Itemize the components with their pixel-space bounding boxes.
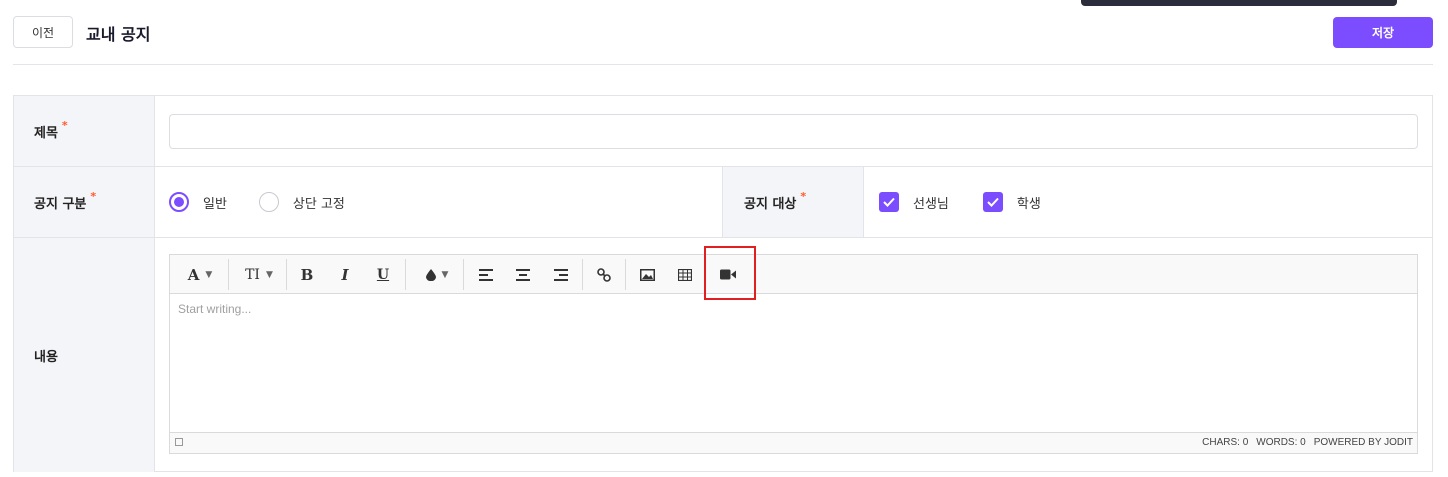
radio-general-label: 일반 — [203, 196, 227, 212]
toolbar-divider — [286, 259, 287, 290]
title-row: 제목 * — [14, 96, 1432, 167]
back-button[interactable]: 이전 — [13, 16, 73, 48]
title-input[interactable] — [169, 114, 1418, 149]
align-left-icon — [479, 268, 493, 281]
color-button[interactable]: ▼ — [415, 260, 459, 289]
align-right-button[interactable] — [548, 260, 574, 289]
video-icon — [720, 269, 736, 280]
editor-content-area[interactable]: Start writing... — [170, 294, 1417, 433]
align-center-icon — [516, 268, 530, 281]
font-size-button[interactable]: TI ▼ — [236, 260, 282, 289]
target-checkbox-group: 선생님 학생 — [879, 167, 1075, 237]
page-title: 교내 공지 — [86, 25, 151, 44]
type-label-cell: 공지 구분 * — [14, 167, 155, 237]
editor-placeholder: Start writing... — [178, 302, 252, 316]
title-label-cell: 제목 * — [14, 96, 155, 166]
table-button[interactable] — [672, 260, 698, 289]
char-count: CHARS: 0 — [1202, 437, 1249, 448]
italic-icon: I — [341, 265, 349, 284]
toolbar-divider — [405, 259, 406, 290]
image-button[interactable] — [634, 260, 660, 289]
required-mark: * — [800, 189, 807, 203]
resize-handle-icon[interactable] — [175, 438, 183, 446]
content-label: 내용 — [34, 349, 58, 365]
checkbox-teacher-label: 선생님 — [913, 196, 949, 212]
toolbar-divider — [582, 259, 583, 290]
type-row: 공지 구분 * 일반 상단 고정 공지 대상 * 선생님 학생 — [14, 167, 1432, 238]
radio-pinned[interactable]: 상단 고정 — [258, 192, 345, 212]
table-icon — [678, 268, 692, 281]
type-label: 공지 구분 — [34, 196, 87, 212]
top-dark-bar — [1081, 0, 1397, 6]
italic-button[interactable]: I — [332, 260, 358, 289]
bold-icon: B — [300, 265, 314, 284]
chevron-down-icon: ▼ — [205, 269, 213, 280]
powered-by-link[interactable]: POWERED BY JODIT — [1314, 437, 1413, 448]
link-icon — [597, 267, 611, 282]
font-button[interactable]: A ▼ — [178, 260, 222, 289]
content-row: 내용 A ▼ TI ▼ B I U ▼ Start writing... CHA… — [14, 238, 1432, 472]
toolbar-divider — [228, 259, 229, 290]
toolbar-divider — [705, 259, 706, 290]
checkbox-student[interactable]: 학생 — [982, 192, 1041, 212]
link-button[interactable] — [591, 260, 617, 289]
checkbox-checked-icon[interactable] — [879, 192, 899, 212]
page-header: 이전 교내 공지 저장 — [13, 15, 1433, 49]
toolbar-divider — [625, 259, 626, 290]
toolbar-divider — [463, 259, 464, 290]
align-right-icon — [554, 268, 568, 281]
notice-type-radio-group: 일반 상단 고정 — [169, 167, 377, 237]
checkbox-checked-icon[interactable] — [982, 192, 1003, 212]
word-count: WORDS: 0 — [1256, 437, 1306, 448]
underline-button[interactable]: U — [370, 260, 396, 289]
radio-unchecked-icon[interactable] — [258, 192, 279, 212]
content-label-cell: 내용 — [14, 238, 155, 472]
checkbox-teacher[interactable]: 선생님 — [879, 192, 949, 212]
notice-form: 제목 * 공지 구분 * 일반 상단 고정 공지 대상 * 선생님 학생 내용 … — [13, 95, 1433, 472]
font-icon: A — [187, 265, 200, 284]
image-icon — [639, 268, 655, 281]
title-label: 제목 — [34, 125, 58, 141]
bold-button[interactable]: B — [294, 260, 320, 289]
editor-statusbar: CHARS: 0 WORDS: 0 POWERED BY JODIT — [170, 432, 1417, 453]
align-center-button[interactable] — [510, 260, 536, 289]
chevron-down-icon: ▼ — [265, 269, 273, 280]
color-drop-icon — [425, 268, 436, 281]
target-label: 공지 대상 — [744, 196, 797, 212]
required-mark: * — [90, 189, 97, 203]
rich-text-editor: A ▼ TI ▼ B I U ▼ Start writing... CHARS:… — [169, 246, 1418, 454]
save-button[interactable]: 저장 — [1333, 17, 1433, 48]
checkbox-student-label: 학생 — [1016, 196, 1041, 212]
editor-status-info: CHARS: 0 WORDS: 0 POWERED BY JODIT — [1202, 437, 1413, 448]
radio-pinned-label: 상단 고정 — [292, 196, 345, 212]
underline-icon: U — [376, 266, 390, 283]
required-mark: * — [61, 118, 68, 132]
font-size-icon: TI — [245, 266, 260, 283]
header-divider — [13, 64, 1433, 65]
radio-general[interactable]: 일반 — [169, 192, 227, 212]
chevron-down-icon: ▼ — [441, 269, 449, 280]
align-left-button[interactable] — [473, 260, 499, 289]
editor-toolbar: A ▼ TI ▼ B I U ▼ — [170, 246, 1417, 300]
video-button[interactable] — [715, 260, 741, 289]
radio-checked-icon[interactable] — [169, 192, 189, 212]
target-label-cell: 공지 대상 * — [722, 167, 864, 237]
